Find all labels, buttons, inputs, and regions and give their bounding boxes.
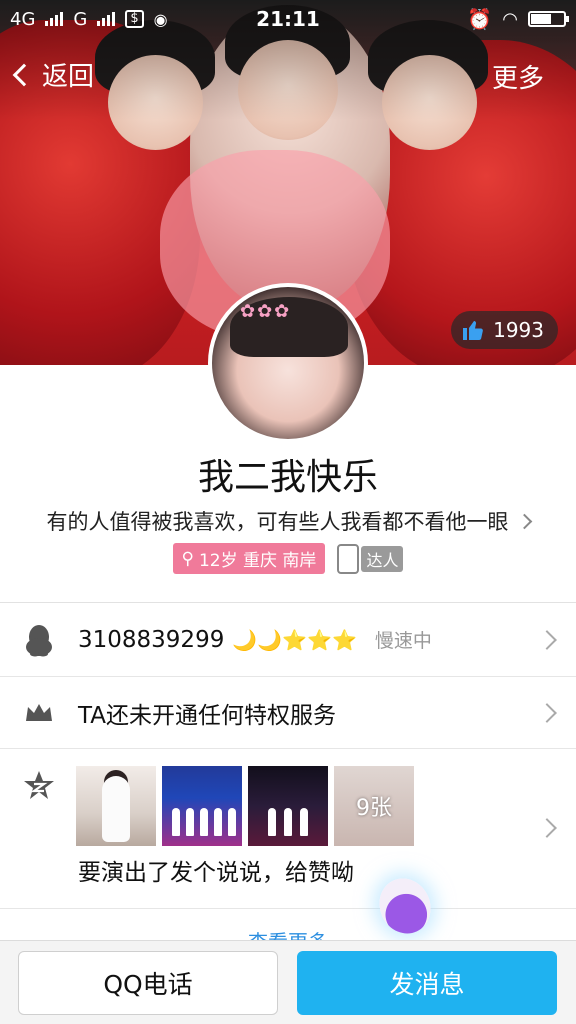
qzone-star-icon — [0, 769, 78, 801]
speed-status: 慢速中 — [374, 630, 432, 652]
chevron-right-icon — [537, 702, 557, 723]
qq-number: 3108839299 — [78, 626, 225, 653]
clock: 21:11 — [256, 7, 320, 31]
expert-badge[interactable]: 达人 — [337, 543, 404, 574]
search-person-icon: ⚲ — [181, 548, 194, 569]
back-label: 返回 — [42, 62, 95, 92]
chevron-left-icon — [12, 63, 36, 86]
phone-wings-icon — [337, 543, 360, 574]
qzone-photo-2[interactable] — [162, 766, 242, 846]
photo-count: 9张 — [356, 796, 392, 821]
bottom-action-bar: QQ电话 发消息 — [0, 940, 576, 1024]
info-tag-text: 12岁 重庆 南岸 — [198, 551, 317, 571]
penguin-icon — [0, 623, 78, 657]
send-message-button[interactable]: 发消息 — [297, 951, 557, 1015]
chevron-right-icon — [537, 629, 557, 650]
privilege-text: TA还未开通任何特权服务 — [78, 702, 336, 729]
like-count: 1993 — [493, 318, 544, 342]
qzone-post-text: 要演出了发个说说，给赞呦 — [78, 860, 354, 886]
qq-number-row[interactable]: 3108839299 🌙🌙⭐⭐⭐ 慢速中 — [0, 603, 576, 676]
info-tag: ⚲ 12岁 重庆 南岸 — [172, 543, 326, 574]
qzone-photos: 9张 — [76, 766, 414, 846]
qzone-photo-4[interactable]: 9张 — [334, 766, 414, 846]
qzone-photo-3[interactable] — [248, 766, 328, 846]
row-divider — [0, 908, 576, 909]
qzone-photo-1[interactable] — [76, 766, 156, 846]
status-bar: 4G G $ ◉ 21:11 ⏰ ◠ — [0, 0, 576, 38]
more-button[interactable]: 更多 — [492, 58, 544, 95]
profile-tags: ⚲ 12岁 重庆 南岸 达人 — [0, 543, 576, 574]
signature-text: 有的人值得被我喜欢，可有些人我看都不看他一眼 — [46, 510, 509, 534]
level-icons: 🌙🌙⭐⭐⭐ — [232, 627, 357, 652]
back-button[interactable]: 返回 — [12, 56, 95, 93]
battery-icon — [528, 11, 569, 27]
nickname: 我二我快乐 — [197, 457, 378, 498]
crown-icon — [0, 701, 78, 725]
chevron-right-icon — [537, 818, 557, 838]
thumbs-up-icon — [463, 321, 483, 340]
qq-call-button[interactable]: QQ电话 — [18, 951, 278, 1015]
like-button[interactable]: 1993 — [451, 311, 558, 349]
flower-crown-icon: ✿✿✿ — [240, 301, 292, 322]
chevron-right-icon — [516, 513, 532, 529]
avatar[interactable]: ✿✿✿ — [208, 283, 368, 443]
expert-label: 达人 — [361, 545, 404, 572]
privilege-row[interactable]: TA还未开通任何特权服务 — [0, 677, 576, 748]
signature-link[interactable]: 有的人值得被我喜欢，可有些人我看都不看他一眼 — [28, 506, 548, 536]
